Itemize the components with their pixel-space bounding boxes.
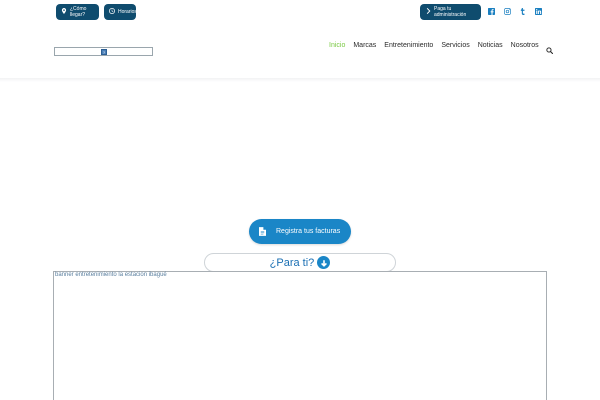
arrow-down-icon [317, 256, 331, 269]
clock-icon [109, 8, 115, 16]
registra-facturas-button[interactable]: Registra tus facturas [249, 219, 351, 244]
broken-image-icon: ? [101, 49, 107, 55]
registra-label: Registra tus facturas [276, 228, 341, 235]
entretenimiento-banner[interactable]: banner entretenimiento la estacion ibagu… [53, 271, 547, 400]
search-icon[interactable] [546, 41, 554, 55]
header-divider [0, 78, 600, 82]
facebook-icon[interactable] [487, 7, 495, 16]
horarios-label: Horarios [118, 9, 137, 15]
pago-label: Paga tu administración [434, 6, 467, 18]
para-ti-heading[interactable]: ¿Para ti? [204, 253, 396, 272]
chevron-right-icon [425, 8, 431, 16]
pago-administracion-button[interactable]: Paga tu administración [420, 4, 481, 20]
nav-item-entretenimiento[interactable]: Entretenimiento [384, 42, 433, 49]
tumblr-icon[interactable] [518, 7, 526, 16]
main-nav: Inicio Marcas Entretenimiento Servicios … [329, 40, 554, 55]
nav-item-marcas[interactable]: Marcas [353, 42, 376, 49]
como-llegar-label: ¿Cómo llegar? [70, 6, 87, 18]
instagram-icon[interactable] [503, 7, 511, 16]
map-pin-icon [61, 8, 67, 16]
para-ti-label: ¿Para ti? [269, 256, 315, 269]
document-icon [259, 227, 266, 236]
site-logo[interactable]: ? [54, 47, 153, 56]
nav-item-nosotros[interactable]: Nosotros [511, 42, 539, 49]
horarios-button[interactable]: Horarios [104, 4, 137, 20]
linkedin-icon[interactable] [534, 7, 542, 16]
nav-item-servicios[interactable]: Servicios [441, 42, 469, 49]
nav-item-noticias[interactable]: Noticias [478, 42, 503, 49]
banner-alt-text: banner entretenimiento la estacion ibagu… [55, 272, 167, 278]
como-llegar-button[interactable]: ¿Cómo llegar? [56, 4, 99, 20]
nav-item-inicio[interactable]: Inicio [329, 42, 345, 49]
